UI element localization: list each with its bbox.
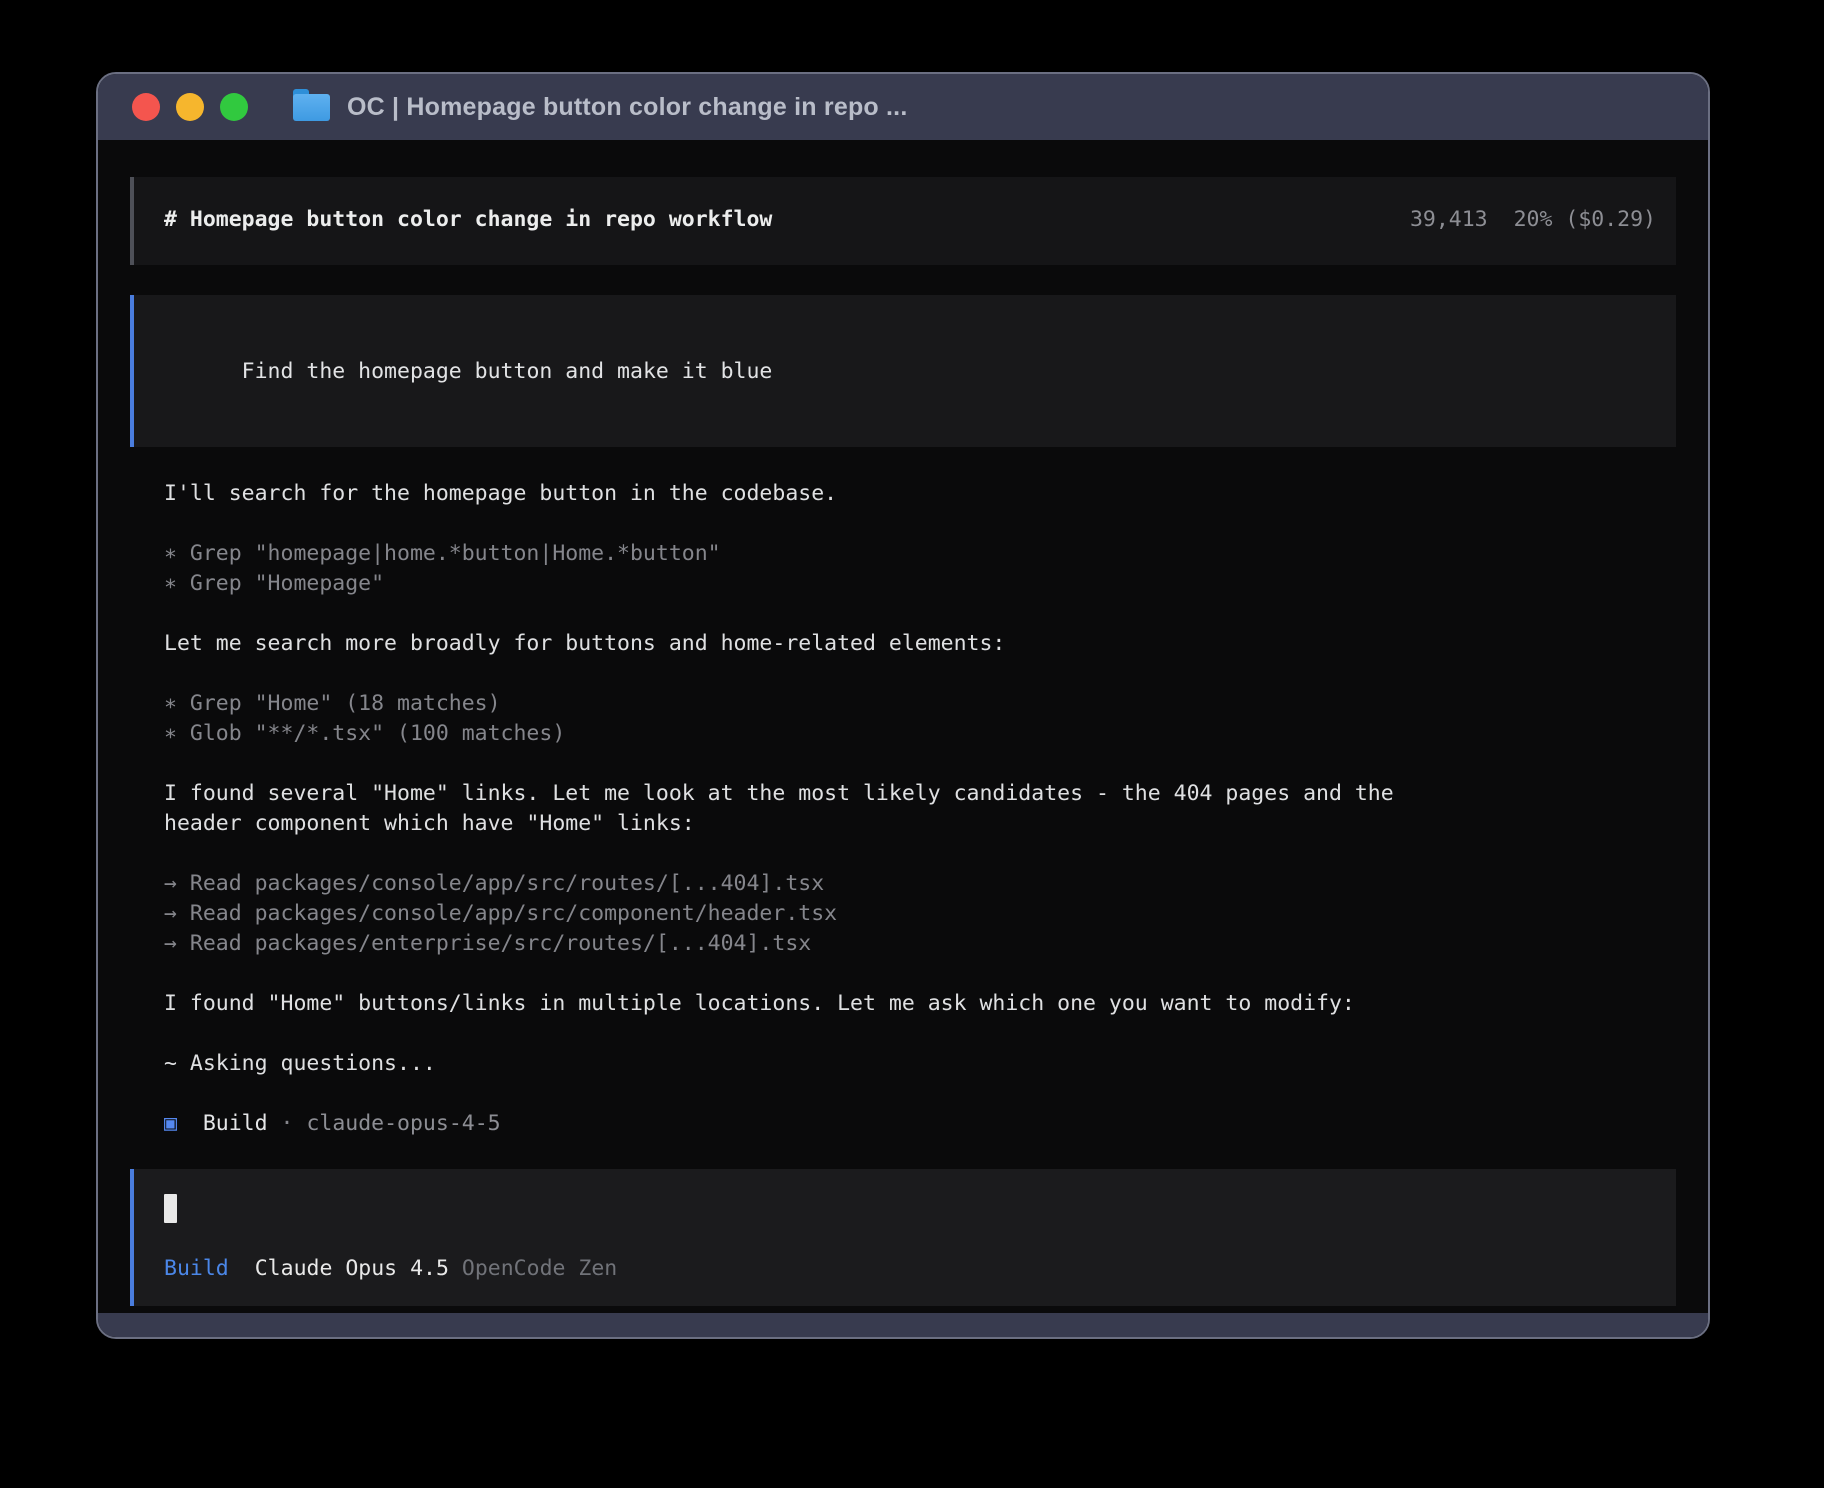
assistant-text-block: I found "Home" buttons/links in multiple… bbox=[164, 989, 1676, 1019]
tool-call-line: ∗ Grep "homepage|home.*button|Home.*butt… bbox=[164, 539, 1676, 569]
assistant-text-block: I found several "Home" links. Let me loo… bbox=[164, 779, 1676, 839]
read-tool-line: → Read packages/enterprise/src/routes/[.… bbox=[164, 929, 1676, 959]
window-title: OC | Homepage button color change in rep… bbox=[347, 93, 907, 122]
assistant-text-line: header component which have "Home" links… bbox=[164, 809, 1676, 839]
minimize-button[interactable] bbox=[176, 93, 204, 121]
assistant-text-line: Let me search more broadly for buttons a… bbox=[164, 629, 1676, 659]
session-header: # Homepage button color change in repo w… bbox=[130, 177, 1676, 265]
input-line[interactable] bbox=[164, 1194, 1646, 1224]
window-titlebar[interactable]: OC | Homepage button color change in rep… bbox=[98, 74, 1708, 140]
tool-call-line: ∗ Grep "Home" (18 matches) bbox=[164, 689, 1676, 719]
input-footer: Build Claude Opus 4.5 OpenCode Zen bbox=[164, 1254, 1646, 1284]
traffic-lights bbox=[132, 93, 248, 121]
agent-model: claude-opus-4-5 bbox=[306, 1111, 500, 1136]
model-label[interactable]: Claude Opus 4.5 bbox=[255, 1256, 449, 1281]
agent-status-line: ▣ Build · claude-opus-4-5 bbox=[164, 1109, 1676, 1139]
tool-call-line: ∗ Glob "**/*.tsx" (100 matches) bbox=[164, 719, 1676, 749]
agent-badge-icon: ▣ bbox=[164, 1111, 177, 1136]
tool-call-line: ∗ Grep "Homepage" bbox=[164, 569, 1676, 599]
separator-dot: · bbox=[281, 1111, 294, 1136]
folder-icon bbox=[293, 94, 330, 121]
window-bottom-chrome bbox=[98, 1313, 1708, 1337]
terminal-window: OC | Homepage button color change in rep… bbox=[96, 72, 1710, 1339]
read-tool-line: → Read packages/console/app/src/componen… bbox=[164, 899, 1676, 929]
tool-call-block: → Read packages/console/app/src/routes/[… bbox=[164, 869, 1676, 959]
asking-questions-line: ~ Asking questions... bbox=[164, 1049, 1676, 1079]
assistant-text-block: I'll search for the homepage button in t… bbox=[164, 479, 1676, 509]
close-button[interactable] bbox=[132, 93, 160, 121]
tool-call-block: ∗ Grep "Home" (18 matches) ∗ Glob "**/*.… bbox=[164, 689, 1676, 749]
assistant-text-line: I found several "Home" links. Let me loo… bbox=[164, 779, 1676, 809]
provider-label: OpenCode Zen bbox=[462, 1256, 617, 1281]
assistant-transcript: I'll search for the homepage button in t… bbox=[164, 479, 1676, 1139]
user-message-text: Find the homepage button and make it blu… bbox=[242, 359, 773, 384]
zoom-button[interactable] bbox=[220, 93, 248, 121]
assistant-text-line: I'll search for the homepage button in t… bbox=[164, 479, 1676, 509]
mode-badge[interactable]: Build bbox=[164, 1256, 229, 1281]
assistant-text-block: Let me search more broadly for buttons a… bbox=[164, 629, 1676, 659]
token-count: 39,413 bbox=[1410, 205, 1488, 235]
read-tool-line: → Read packages/console/app/src/routes/[… bbox=[164, 869, 1676, 899]
assistant-text-line: I found "Home" buttons/links in multiple… bbox=[164, 989, 1676, 1019]
user-message: Find the homepage button and make it blu… bbox=[130, 295, 1676, 447]
text-cursor bbox=[164, 1194, 177, 1223]
prompt-input[interactable]: Build Claude Opus 4.5 OpenCode Zen bbox=[130, 1169, 1676, 1306]
context-cost: 20% ($0.29) bbox=[1514, 205, 1656, 235]
session-title: # Homepage button color change in repo w… bbox=[164, 205, 772, 235]
terminal-content: # Homepage button color change in repo w… bbox=[98, 140, 1708, 1313]
assistant-status-block: ~ Asking questions... bbox=[164, 1049, 1676, 1079]
tool-call-block: ∗ Grep "homepage|home.*button|Home.*butt… bbox=[164, 539, 1676, 599]
agent-name: Build bbox=[203, 1111, 268, 1136]
session-stats: 39,413 20% ($0.29) bbox=[1410, 205, 1656, 235]
